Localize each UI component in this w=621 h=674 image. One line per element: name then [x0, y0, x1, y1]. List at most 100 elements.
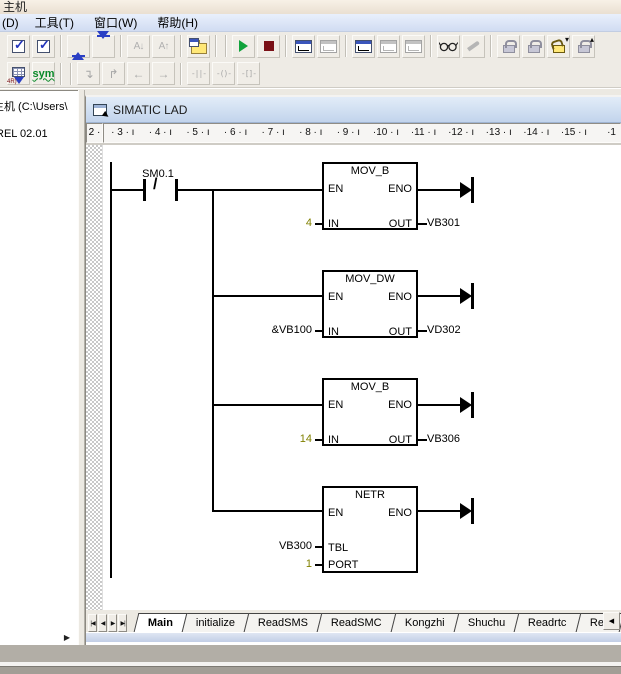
- line-right-button[interactable]: →: [152, 62, 175, 85]
- block-mov-b-1[interactable]: MOV_B EN ENO IN OUT: [322, 162, 418, 230]
- panel-scroll-right-icon[interactable]: ▶: [64, 633, 70, 642]
- address-table-button[interactable]: 4R): [7, 62, 30, 85]
- operand-in-3[interactable]: 14: [244, 433, 312, 445]
- menu-item-help[interactable]: 帮助(H): [147, 14, 208, 31]
- download-icon: [97, 35, 110, 57]
- ladder-canvas[interactable]: SM0.1 / MOV_B EN ENO IN OUT 4 VB301: [86, 145, 621, 610]
- chart-pause-icon: [380, 40, 397, 53]
- pin-eno: ENO: [388, 507, 412, 519]
- tab-shuchu[interactable]: Shuchu: [454, 613, 520, 632]
- download-button[interactable]: [92, 35, 115, 58]
- lad-window-titlebar[interactable]: SIMATIC LAD: [86, 97, 621, 123]
- force-button[interactable]: [462, 35, 485, 58]
- upload-icon: [72, 35, 85, 57]
- project-tree-node-cpu[interactable]: REL 02.01: [0, 128, 78, 140]
- options-button[interactable]: [187, 35, 210, 58]
- ruler-tick-cell: ·11 · ı: [405, 124, 443, 142]
- pin-port: PORT: [328, 559, 358, 571]
- tab-kongzhi[interactable]: Kongzhi: [391, 613, 460, 632]
- tab-main[interactable]: Main: [134, 613, 188, 632]
- operand-in-2[interactable]: &VB100: [244, 324, 312, 336]
- tab-readsms[interactable]: ReadSMS: [244, 613, 323, 632]
- unlock-button[interactable]: ▾: [547, 35, 570, 58]
- menu-bar: (D) 工具(T) 窗口(W) 帮助(H): [0, 14, 621, 32]
- line-up-button[interactable]: ↱: [102, 62, 125, 85]
- line-down-button[interactable]: ↴: [77, 62, 100, 85]
- menu-item-tools[interactable]: 工具(T): [25, 14, 84, 31]
- tab-scroll-left-button[interactable]: ◀: [603, 612, 620, 630]
- relock-button[interactable]: ▴: [572, 35, 595, 58]
- chart-pause-button[interactable]: [377, 35, 400, 58]
- chart-status-button[interactable]: [352, 35, 375, 58]
- write-lock-button[interactable]: [522, 35, 545, 58]
- operand-out-1[interactable]: VB301: [427, 217, 460, 229]
- bottom-edge-bar: [0, 666, 621, 674]
- run-button[interactable]: [232, 35, 255, 58]
- panel-splitter[interactable]: [78, 90, 85, 645]
- operand-out-2[interactable]: VD302: [427, 324, 461, 336]
- block-netr[interactable]: NETR EN ENO TBL PORT: [322, 486, 418, 573]
- window-titlebar: 主机: [0, 0, 621, 14]
- block-title: NETR: [324, 489, 416, 501]
- tab-nav-next-button[interactable]: ▶: [108, 614, 117, 632]
- operand-port[interactable]: 1: [244, 558, 312, 570]
- pin-in: IN: [328, 218, 339, 230]
- project-tree-node-host[interactable]: 主机 (C:\Users\: [0, 98, 78, 114]
- pou-tab-bar: |◀ ◀ ▶ ▶| Main initialize ReadSMS ReadSM…: [86, 610, 621, 632]
- tab-nav-last-button[interactable]: ▶|: [118, 614, 127, 632]
- ruler-tick-cell: ·12 · ı: [442, 124, 480, 142]
- out-stub: [418, 223, 427, 225]
- tab-initialize[interactable]: initialize: [182, 613, 250, 632]
- pin-out: OUT: [389, 326, 412, 338]
- read-lock-button[interactable]: [497, 35, 520, 58]
- relock-arrow-icon: ▴: [590, 37, 594, 43]
- insert-box-button[interactable]: -[]-: [237, 62, 260, 85]
- ruler-tick-cell: · 5 · ı: [179, 124, 217, 142]
- operand-tbl[interactable]: VB300: [244, 540, 312, 552]
- tab-nav-first-button[interactable]: |◀: [88, 614, 97, 632]
- wire-rail-to-contact: [110, 189, 143, 191]
- toolbar-main: A↓ A↑ ▾ ▴: [0, 32, 621, 60]
- insert-coil-button[interactable]: -()-: [212, 62, 235, 85]
- contact-bar-left[interactable]: [143, 179, 146, 201]
- toolbar-separator: [180, 35, 182, 57]
- chart-status-icon: [355, 40, 372, 53]
- tab-readrtc[interactable]: Readrtc: [514, 613, 581, 632]
- monitor-button[interactable]: [437, 35, 460, 58]
- insert-contact-button[interactable]: -||-: [187, 62, 210, 85]
- symbolic-addressing-button[interactable]: sym: [32, 62, 55, 85]
- run-icon: [239, 40, 248, 52]
- pause-status-button[interactable]: [317, 35, 340, 58]
- sort-descending-button[interactable]: A↓: [127, 35, 150, 58]
- operand-in-1[interactable]: 4: [244, 217, 312, 229]
- unlock-icon: [553, 45, 565, 53]
- project-tree-panel[interactable]: 主机 (C:\Users\ REL 02.01 ▶: [0, 90, 78, 645]
- block-mov-b-2[interactable]: MOV_B EN ENO IN OUT: [322, 378, 418, 446]
- pin-in: IN: [328, 434, 339, 446]
- block-mov-dw[interactable]: MOV_DW EN ENO IN OUT: [322, 270, 418, 338]
- ruler-tick-cell: · 7 · ı: [254, 124, 292, 142]
- upload-button[interactable]: [67, 35, 90, 58]
- toolbar-separator: [60, 35, 62, 57]
- tab-nav-prev-button[interactable]: ◀: [98, 614, 107, 632]
- status-band: [0, 645, 621, 662]
- tab-readsmc[interactable]: ReadSMC: [317, 613, 396, 632]
- ruler-origin-cell: 2 ·: [86, 123, 103, 143]
- box-icon: -[]-: [241, 69, 256, 78]
- line-left-button[interactable]: ←: [127, 62, 150, 85]
- compile-all-button[interactable]: [32, 35, 55, 58]
- port-stub: [315, 564, 322, 566]
- eno-wire-2: [418, 295, 461, 297]
- menu-item-window[interactable]: 窗口(W): [84, 14, 147, 31]
- chart-write-button[interactable]: [402, 35, 425, 58]
- block-title: MOV_DW: [324, 273, 416, 285]
- sort-ascending-button[interactable]: A↑: [152, 35, 175, 58]
- menu-item-debug[interactable]: (D): [0, 16, 25, 30]
- horizontal-scrollbar[interactable]: [86, 632, 621, 642]
- stop-button[interactable]: [257, 35, 280, 58]
- operand-out-3[interactable]: VB306: [427, 433, 460, 445]
- unlock-arrow-icon: ▾: [565, 37, 569, 43]
- program-status-button[interactable]: [292, 35, 315, 58]
- compile-button[interactable]: [7, 35, 30, 58]
- wire-contact-to-branch: [178, 189, 212, 191]
